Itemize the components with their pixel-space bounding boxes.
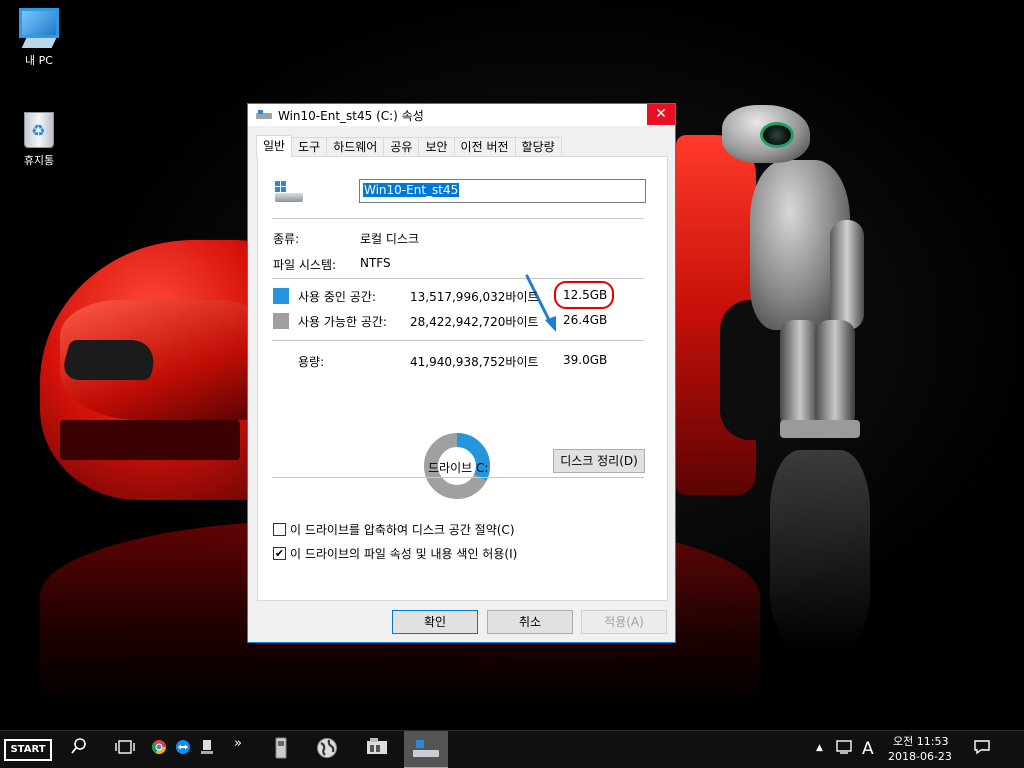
tab-previous-versions[interactable]: 이전 버전 xyxy=(453,137,516,157)
drive-icon xyxy=(273,181,303,205)
capacity-bytes: 41,940,938,752바이트 xyxy=(410,355,539,369)
wallpaper-car-headlight xyxy=(59,340,161,380)
desktop-icon-recycle-bin[interactable]: 휴지통 xyxy=(4,112,74,168)
task-view-icon[interactable] xyxy=(112,737,138,763)
globe-icon[interactable] xyxy=(314,737,340,763)
teamviewer-icon[interactable] xyxy=(172,737,194,763)
clock-time[interactable]: 오전 11:53 xyxy=(893,733,948,749)
app-usb-icon[interactable] xyxy=(268,737,294,763)
free-space-label: 사용 가능한 공간: xyxy=(298,315,387,329)
wallpaper-robot-reflection xyxy=(770,450,870,650)
tab-quota[interactable]: 할당량 xyxy=(514,137,562,157)
chrome-icon[interactable] xyxy=(148,737,170,763)
capacity-size: 39.0GB xyxy=(563,353,608,367)
used-space-swatch xyxy=(273,288,289,304)
device-icon[interactable] xyxy=(196,737,218,763)
properties-window: Win10-Ent_st45 (C:) 속성 ✕ 일반 도구 하드웨어 공유 보… xyxy=(247,103,676,643)
wallpaper-robot-leg xyxy=(780,320,820,430)
capacity-label: 용량: xyxy=(298,355,325,369)
tab-hardware[interactable]: 하드웨어 xyxy=(326,137,385,157)
index-row[interactable]: ✔ 이 드라이브의 파일 속성 및 내용 색인 허용(I) xyxy=(273,545,517,562)
wallpaper-robot-foot xyxy=(780,420,860,438)
filesystem-label: 파일 시스템: xyxy=(273,258,337,272)
wallpaper-robot-arm xyxy=(830,220,864,330)
used-space-label: 사용 중인 공간: xyxy=(298,290,376,304)
tab-strip: 일반 도구 하드웨어 공유 보안 이전 버전 할당량 xyxy=(256,135,562,157)
wallpaper-car-grille xyxy=(60,420,240,460)
tab-tools[interactable]: 도구 xyxy=(291,137,328,157)
compress-row[interactable]: 이 드라이브를 압축하여 디스크 공간 절약(C) xyxy=(273,521,515,538)
drive-name-value: Win10-Ent_st45 xyxy=(363,183,460,197)
type-value: 로컬 디스크 xyxy=(360,232,420,246)
used-space-bytes: 13,517,996,032바이트 xyxy=(410,290,539,304)
tab-sharing[interactable]: 공유 xyxy=(383,137,420,157)
cancel-button[interactable]: 취소 xyxy=(487,610,573,634)
clock-date[interactable]: 2018-06-23 xyxy=(888,750,952,763)
drive-icon xyxy=(413,740,439,757)
recycle-bin-icon xyxy=(4,112,74,148)
apply-button[interactable]: 적용(A) xyxy=(581,610,667,634)
filesystem-value: NTFS xyxy=(360,256,391,270)
divider xyxy=(272,218,644,219)
file-manager-icon[interactable] xyxy=(364,737,390,763)
compress-label: 이 드라이브를 압축하여 디스크 공간 절약(C) xyxy=(290,523,515,537)
wallpaper-robot-leg xyxy=(815,320,855,430)
title-bar[interactable]: Win10-Ent_st45 (C:) 속성 ✕ xyxy=(248,104,675,126)
free-space-swatch xyxy=(273,313,289,329)
compress-checkbox[interactable] xyxy=(273,523,286,536)
ime-indicator[interactable]: A xyxy=(862,739,874,759)
type-label: 종류: xyxy=(273,232,300,246)
general-panel: Win10-Ent_st45 종류: 로컬 디스크 파일 시스템: NTFS 사… xyxy=(257,156,668,601)
desktop-icon-label: 휴지통 xyxy=(23,154,55,167)
tab-security[interactable]: 보안 xyxy=(418,137,455,157)
tab-general[interactable]: 일반 xyxy=(256,135,293,157)
network-icon[interactable] xyxy=(832,737,856,763)
desktop-icon-label: 내 PC xyxy=(25,54,53,67)
drive-icon xyxy=(256,109,272,121)
start-button[interactable]: START xyxy=(4,739,52,761)
notification-icon[interactable] xyxy=(970,737,994,763)
annotation-highlight xyxy=(554,281,614,309)
ok-button[interactable]: 확인 xyxy=(392,610,478,634)
active-window-button[interactable] xyxy=(404,731,448,768)
index-checkbox[interactable]: ✔ xyxy=(273,547,286,560)
computer-icon xyxy=(4,8,74,48)
wallpaper-robot-visor xyxy=(760,122,794,148)
tray-chevron-up-icon[interactable]: ▲ xyxy=(816,743,823,753)
divider xyxy=(272,278,644,279)
disk-cleanup-button[interactable]: 디스크 정리(D) xyxy=(553,449,645,473)
divider xyxy=(272,477,644,478)
free-space-bytes: 28,422,942,720바이트 xyxy=(410,315,539,329)
taskbar: START » ▲ A 오전 11:53 2018-06-23 xyxy=(0,730,1024,768)
drive-caption: 드라이브 C: xyxy=(428,461,489,475)
index-label: 이 드라이브의 파일 속성 및 내용 색인 허용(I) xyxy=(290,547,518,561)
window-title: Win10-Ent_st45 (C:) 속성 xyxy=(278,108,424,123)
overflow-chevron-icon[interactable]: » xyxy=(228,731,248,757)
desktop-icon-this-pc[interactable]: 내 PC xyxy=(4,8,74,68)
close-button[interactable]: ✕ xyxy=(647,104,675,125)
search-icon[interactable] xyxy=(66,737,92,763)
divider xyxy=(272,340,644,341)
free-space-size: 26.4GB xyxy=(563,313,608,327)
drive-name-input[interactable]: Win10-Ent_st45 xyxy=(359,179,646,203)
